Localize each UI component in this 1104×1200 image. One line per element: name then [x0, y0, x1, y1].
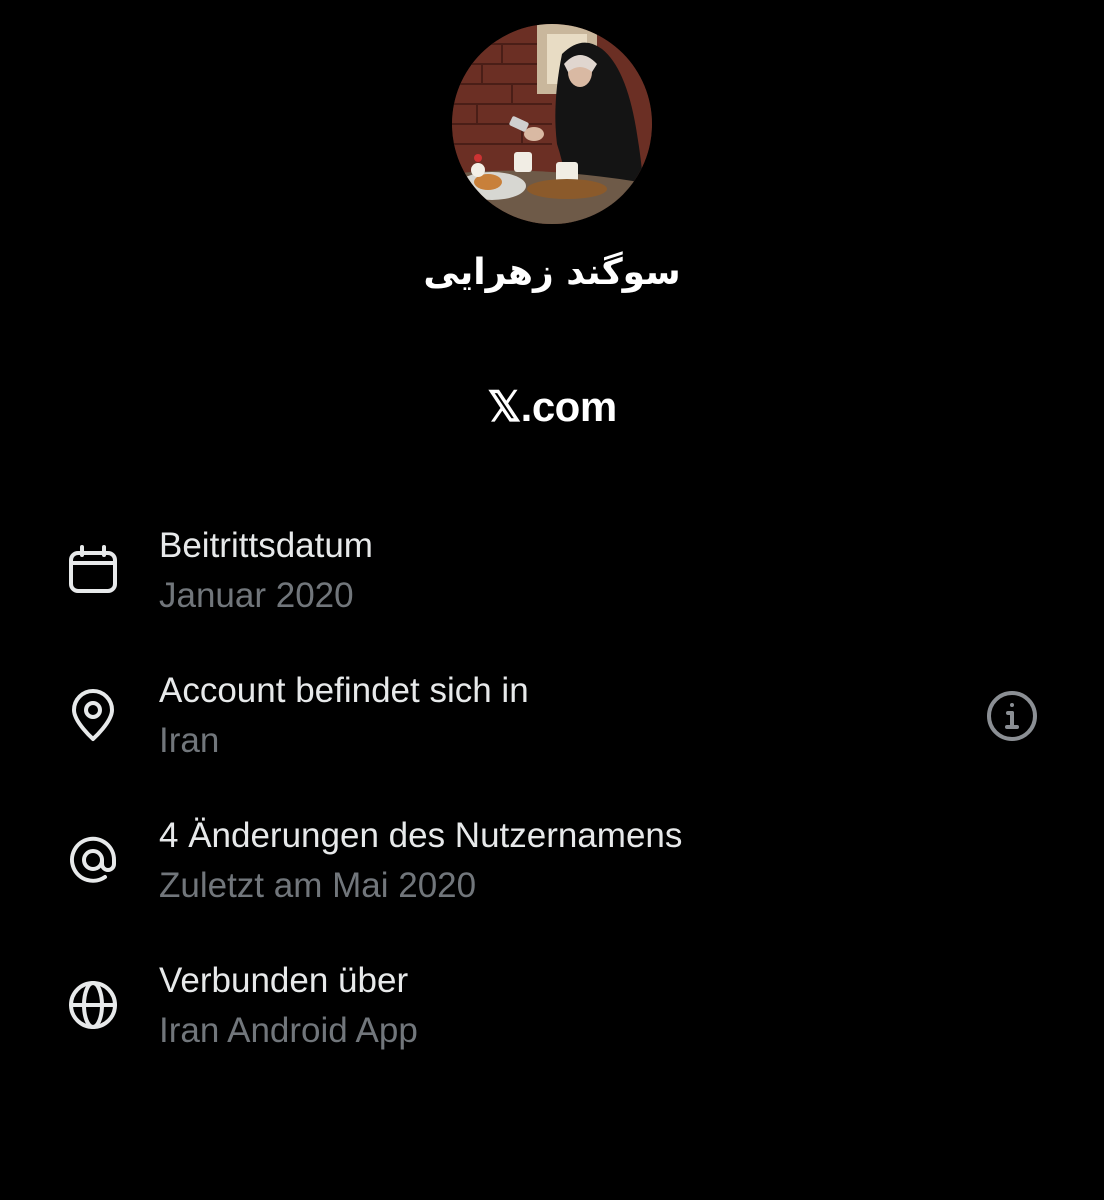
- display-name: سوگند زهرایی: [423, 252, 681, 293]
- avatar[interactable]: [452, 24, 652, 224]
- at-sign-icon: [64, 831, 122, 889]
- detail-row-location: Account befindet sich in Iran: [0, 665, 1104, 785]
- brand-domain: .com: [520, 383, 618, 430]
- detail-row-connected-via: Verbunden über Iran Android App: [0, 955, 1104, 1075]
- detail-title: Verbunden über: [159, 961, 409, 1000]
- detail-row-join-date: Beitrittsdatum Januar 2020: [0, 520, 1104, 640]
- detail-row-username-changes: 4 Änderungen des Nutzernamens Zuletzt am…: [0, 810, 1104, 930]
- detail-value: Januar 2020: [159, 576, 354, 615]
- calendar-icon: [64, 541, 122, 599]
- detail-title: 4 Änderungen des Nutzernamens: [159, 816, 683, 855]
- detail-value: Iran: [159, 721, 220, 760]
- x-logo-icon: 𝕏: [487, 383, 521, 430]
- location-pin-icon: [64, 686, 122, 744]
- detail-title: Beitrittsdatum: [159, 526, 373, 565]
- detail-value: Zuletzt am Mai 2020: [159, 866, 477, 905]
- detail-value: Iran Android App: [159, 1011, 418, 1050]
- globe-icon: [64, 976, 122, 1034]
- info-icon[interactable]: [984, 688, 1040, 744]
- detail-title: Account befindet sich in: [159, 671, 529, 710]
- brand-label: 𝕏.com: [0, 382, 1104, 431]
- avatar-photo: [452, 24, 652, 224]
